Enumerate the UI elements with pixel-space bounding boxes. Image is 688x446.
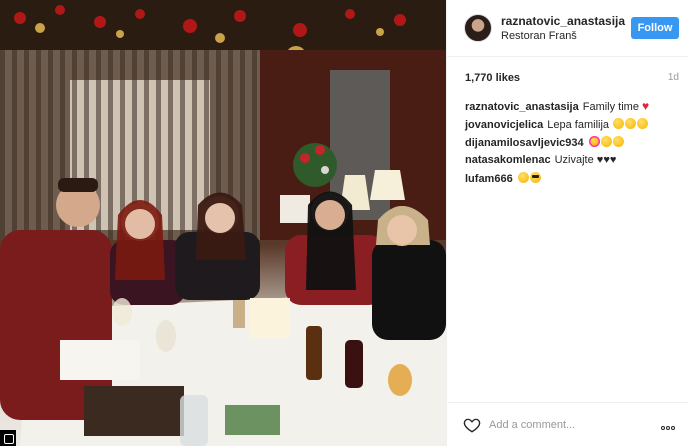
sunglasses-emoji-icon xyxy=(529,172,541,183)
comment-text: Family time xyxy=(582,101,643,113)
comment-user[interactable]: lufam666 xyxy=(465,173,513,185)
heart-emoji-icon: ♥ xyxy=(642,99,650,113)
add-comment-input[interactable] xyxy=(489,416,639,434)
smile-emoji-icon xyxy=(517,172,529,183)
post-time[interactable]: 1d xyxy=(668,72,679,83)
comment-text: Lepa familija xyxy=(547,119,613,131)
follow-button[interactable]: Follow xyxy=(631,17,679,39)
comment-user[interactable]: jovanovicjelica xyxy=(465,119,543,131)
comment-list: raznatovic_anastasija Family time ♥ jovan… xyxy=(465,100,681,190)
post-location[interactable]: Restoran Franš xyxy=(501,30,577,42)
comment-item: lufam666 xyxy=(465,172,681,190)
instagram-icon xyxy=(0,430,16,446)
more-options-icon[interactable] xyxy=(661,417,679,431)
smile-emoji-icon xyxy=(625,118,637,129)
comment-footer xyxy=(447,402,688,446)
smile-emoji-icon xyxy=(600,136,612,147)
avatar[interactable] xyxy=(464,14,492,42)
post-side-panel: raznatovic_anastasija Restoran Franš Fol… xyxy=(446,0,688,446)
smile-emoji-icon xyxy=(613,118,625,129)
kiss-emoji-icon xyxy=(588,136,600,147)
heart-outline-icon[interactable] xyxy=(463,416,481,434)
likes-count[interactable]: 1,770 likes xyxy=(465,72,520,84)
post-header: raznatovic_anastasija Restoran Franš Fol… xyxy=(447,0,688,57)
comment-item: dijanamilosavljevic934 xyxy=(465,136,681,154)
comment-item: natasakomlenac Uzivajte ♥♥♥ xyxy=(465,154,681,172)
photo-scene xyxy=(0,0,446,446)
likes-row: 1,770 likes 1d xyxy=(465,72,679,86)
comment-user[interactable]: raznatovic_anastasija xyxy=(465,101,579,113)
comment-user[interactable]: natasakomlenac xyxy=(465,154,551,166)
comment-item: jovanovicjelica Lepa familija xyxy=(465,118,681,136)
comment-item: raznatovic_anastasija Family time ♥ xyxy=(465,100,681,118)
comment-text: Uzivajte ♥♥♥ xyxy=(554,154,617,166)
post-photo[interactable] xyxy=(0,0,446,446)
comment-user[interactable]: dijanamilosavljevic934 xyxy=(465,137,584,149)
smile-emoji-icon xyxy=(612,136,624,147)
post-username[interactable]: raznatovic_anastasija xyxy=(501,14,625,28)
smile-emoji-icon xyxy=(637,118,649,129)
